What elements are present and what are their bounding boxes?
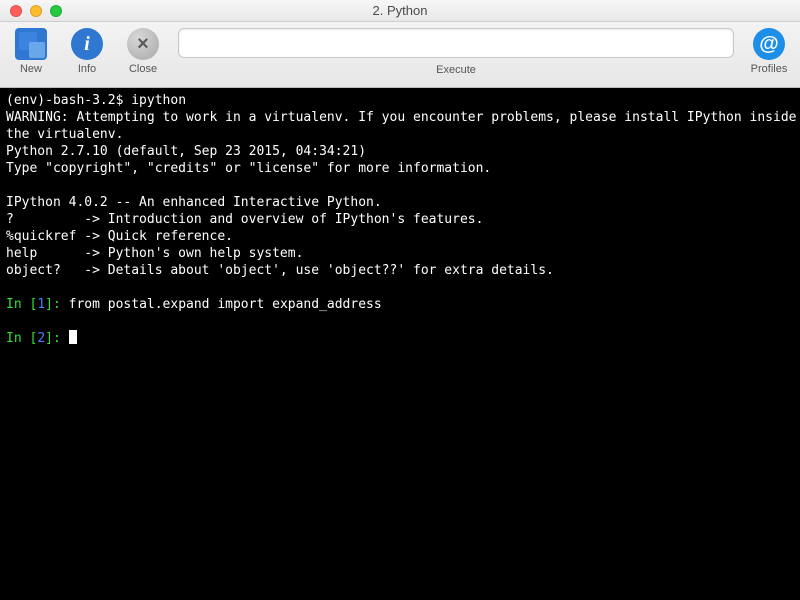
terminal-line: %quickref -> Quick reference. [6, 229, 233, 244]
new-label: New [20, 63, 42, 75]
info-label: Info [78, 63, 96, 75]
new-button[interactable]: New [10, 28, 52, 75]
traffic-lights [0, 5, 62, 17]
close-button[interactable]: × Close [122, 28, 164, 75]
terminal-line: object? -> Details about 'object', use '… [6, 263, 554, 278]
new-window-icon [15, 28, 47, 60]
close-label: Close [129, 63, 157, 75]
close-icon: × [127, 28, 159, 60]
terminal-line: help -> Python's own help system. [6, 246, 303, 261]
terminal-line: Python 2.7.10 (default, Sep 23 2015, 04:… [6, 144, 366, 159]
terminal-line: IPython 4.0.2 -- An enhanced Interactive… [6, 195, 382, 210]
ipython-code: from postal.expand import expand_address [69, 297, 382, 312]
window-minimize-button[interactable] [30, 5, 42, 17]
shell-prompt: (env)-bash-3.2$ [6, 93, 131, 108]
window: 2. Python New i Info × Close Execute @ P… [0, 0, 800, 600]
window-zoom-button[interactable] [50, 5, 62, 17]
shell-command: ipython [131, 93, 186, 108]
toolbar: New i Info × Close Execute @ Profiles [0, 22, 800, 88]
info-icon: i [71, 28, 103, 60]
ipython-in-prompt: In [1]: [6, 297, 69, 312]
execute-group: Execute [178, 28, 734, 76]
terminal-line: ? -> Introduction and overview of IPytho… [6, 212, 483, 227]
profiles-button[interactable]: @ Profiles [748, 28, 790, 75]
terminal-line: the virtualenv. [6, 127, 123, 142]
ipython-in-prompt: In [2]: [6, 331, 69, 346]
execute-label: Execute [436, 64, 476, 76]
at-icon: @ [753, 28, 785, 60]
cursor [69, 330, 77, 344]
execute-input[interactable] [178, 28, 734, 58]
titlebar: 2. Python [0, 0, 800, 22]
window-close-button[interactable] [10, 5, 22, 17]
terminal-line: WARNING: Attempting to work in a virtual… [6, 110, 797, 125]
info-button[interactable]: i Info [66, 28, 108, 75]
terminal-line: Type "copyright", "credits" or "license"… [6, 161, 491, 176]
profiles-label: Profiles [751, 63, 788, 75]
window-title: 2. Python [0, 3, 800, 18]
terminal[interactable]: (env)-bash-3.2$ ipython WARNING: Attempt… [0, 88, 800, 600]
